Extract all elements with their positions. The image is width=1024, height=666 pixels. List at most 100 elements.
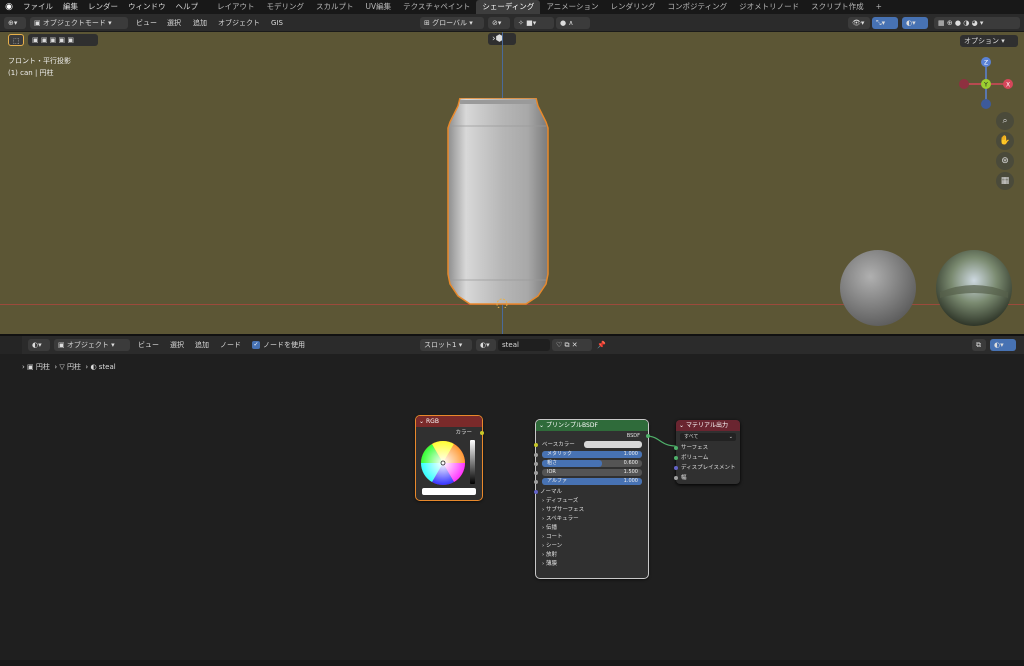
value-slider[interactable] [470,440,475,484]
node-editor-canvas[interactable]: › ▣ 円柱 › ▽ 円柱 › ◐ steal ⌄ RGB カラー ⌄ プリンシ… [0,354,1024,660]
tab-modeling[interactable]: モデリング [261,0,311,14]
3d-viewport[interactable]: ⬚ ▣ ▣ ▣ ▣ ▣ ›⬢ オプション ▾ フロント・平行投影 (1) can… [0,32,1024,334]
select-tool-icon[interactable]: ⬚ [8,34,24,46]
surface-socket[interactable] [674,446,678,450]
panel-thin-film[interactable]: › 薄膜 [542,560,557,568]
tab-shading[interactable]: シェーディング [476,0,541,14]
mode-select[interactable]: ▣ オブジェクトモード ▾ [30,17,128,29]
alpha-field[interactable]: アルファ 1.000 [542,478,642,485]
alpha-socket[interactable] [534,480,538,484]
base-color-socket[interactable] [534,443,538,447]
tab-layout[interactable]: レイアウト [211,0,261,14]
dropdown-chevron-icon: ⌄ [728,434,733,440]
panel-specular[interactable]: › スペキュラー [542,515,579,523]
lookdev-chrome-sphere [936,250,1012,326]
viewport-menu-gis[interactable]: GIS [271,18,283,28]
menu-edit[interactable]: 編集 [58,0,83,14]
pin-icon[interactable]: 📌 [597,340,606,350]
displacement-socket[interactable] [674,466,678,470]
rgb-color-swatch[interactable] [422,488,476,495]
menu-render[interactable]: レンダー [83,0,123,14]
principled-bsdf-node[interactable]: ⌄ プリンシプルBSDF BSDF ベースカラー メタリック 1.000 粗さ 0.6… [534,419,650,579]
node-menu-add[interactable]: 追加 [195,340,209,350]
tab-compositing[interactable]: コンポジティング [662,0,734,14]
tab-sculpting[interactable]: スカルプト [310,0,360,14]
ortho-grid-icon[interactable]: ▦ [996,172,1014,190]
base-color-swatch[interactable] [584,441,642,448]
node-overlay-button[interactable]: ◐▾ [990,339,1016,351]
rgb-output-socket[interactable] [480,431,484,435]
node-menu-select[interactable]: 選択 [170,340,184,350]
collapse-chevron-icon[interactable]: ⌄ [539,420,544,431]
zoom-icon[interactable]: ⌕ [996,112,1014,130]
shader-object-select[interactable]: ▣ オブジェクト ▾ [54,339,130,351]
viewport-menu-object[interactable]: オブジェクト [218,18,260,28]
proportional-edit-button[interactable]: ● ∧ [556,17,590,29]
tab-rendering[interactable]: レンダリング [605,0,662,14]
color-wheel[interactable] [420,440,466,486]
camera-icon[interactable]: ⊛ [996,152,1014,170]
node-menu-view[interactable]: ビュー [138,340,159,350]
menu-file[interactable]: ファイル [18,0,58,14]
overlay-toggle-button[interactable]: ◐▾ [902,17,928,29]
slot-select[interactable]: スロット1 ▾ [420,339,472,351]
panel-subsurface[interactable]: › サブサーフェス [542,506,584,514]
material-name-field[interactable]: steal [498,339,550,351]
use-nodes-label: ノードを使用 [263,341,305,349]
collapse-chevron-icon[interactable]: ⌄ [679,420,684,431]
panel-emission[interactable]: › 放射 [542,551,557,559]
can-object[interactable] [446,98,550,308]
blender-logo-icon[interactable]: ◉ [0,0,18,14]
tab-animation[interactable]: アニメーション [540,0,604,14]
viewport-menu-select[interactable]: 選択 [167,18,181,28]
gizmo-toggle-button[interactable]: ⤡▾ [872,17,898,29]
thickness-socket[interactable] [674,476,678,480]
panel-coat[interactable]: › コート [542,533,562,541]
node-menu-node[interactable]: ノード [220,340,241,350]
output-node-header[interactable]: ⌄ マテリアル出力 [676,420,740,431]
tab-geometry-nodes[interactable]: ジオメトリノード [733,0,805,14]
ior-value: 1.500 [623,469,638,475]
collapse-chevron-icon[interactable]: ⌄ [419,416,424,427]
tab-scripting[interactable]: スクリプト作成 [805,0,870,14]
node-editor-header: ▦ ◐▾ ▣ オブジェクト ▾ ビュー 選択 追加 ノード ✓ ノードを使用 ス… [0,336,1024,354]
tab-uv-editing[interactable]: UV編集 [360,0,398,14]
roughness-socket[interactable] [534,462,538,466]
volume-socket[interactable] [674,456,678,460]
options-button[interactable]: オプション ▾ [960,35,1018,47]
add-workspace-button[interactable]: + [870,0,888,14]
material-actions[interactable]: ♡ ⧉ ✕ [552,339,592,351]
pivot-button[interactable]: ⊘▾ [488,17,510,29]
metallic-socket[interactable] [534,453,538,457]
ior-field[interactable]: IOR 1.500 [542,469,642,476]
select-mode-buttons[interactable]: ▣ ▣ ▣ ▣ ▣ [28,34,98,46]
ior-socket[interactable] [534,471,538,475]
snap-button[interactable]: ✧ ■▾ [514,17,554,29]
bsdf-output-socket[interactable] [646,434,650,438]
roughness-field[interactable]: 粗さ 0.600 [542,460,642,467]
material-output-node[interactable]: ⌄ マテリアル出力 すべて ⌄ サーフェス ボリューム ディスプレイスメント 幅 [674,420,740,484]
viewport-menu-view[interactable]: ビュー [136,18,157,28]
output-target-select[interactable]: すべて ⌄ [680,433,736,441]
rgb-node[interactable]: ⌄ RGB カラー [415,415,484,501]
panel-sheen[interactable]: › シーン [542,542,562,550]
editor-type-button[interactable]: ⊕▾ [4,17,26,29]
tab-texture-paint[interactable]: テクスチャペイント [397,0,476,14]
shader-type-button[interactable]: ◐▾ [28,339,50,351]
shading-mode-buttons[interactable]: ▦ ⊕ ● ◑ ◕ ▾ [934,17,1020,29]
viewport-menu-add[interactable]: 追加 [193,18,207,28]
rgb-node-header[interactable]: ⌄ RGB [416,416,482,427]
use-nodes-checkbox[interactable]: ✓ [252,341,260,349]
bsdf-node-header[interactable]: ⌄ プリンシプルBSDF [536,420,648,431]
visibility-icon[interactable]: 👁▾ [848,17,870,29]
material-browse-icon[interactable]: ◐▾ [476,339,496,351]
normal-socket[interactable] [534,490,538,494]
panel-transmission[interactable]: › 伝播 [542,524,557,532]
panel-diffuse[interactable]: › ディフューズ [542,497,578,505]
metallic-field[interactable]: メタリック 1.000 [542,451,642,458]
transform-orientation-select[interactable]: ⊞ グローバル ▾ [420,17,484,29]
snap-node-icon[interactable]: ⧉ [972,339,986,351]
menu-help[interactable]: ヘルプ [171,0,204,14]
pan-hand-icon[interactable]: ✋ [996,132,1014,150]
menu-window[interactable]: ウィンドウ [123,0,171,14]
